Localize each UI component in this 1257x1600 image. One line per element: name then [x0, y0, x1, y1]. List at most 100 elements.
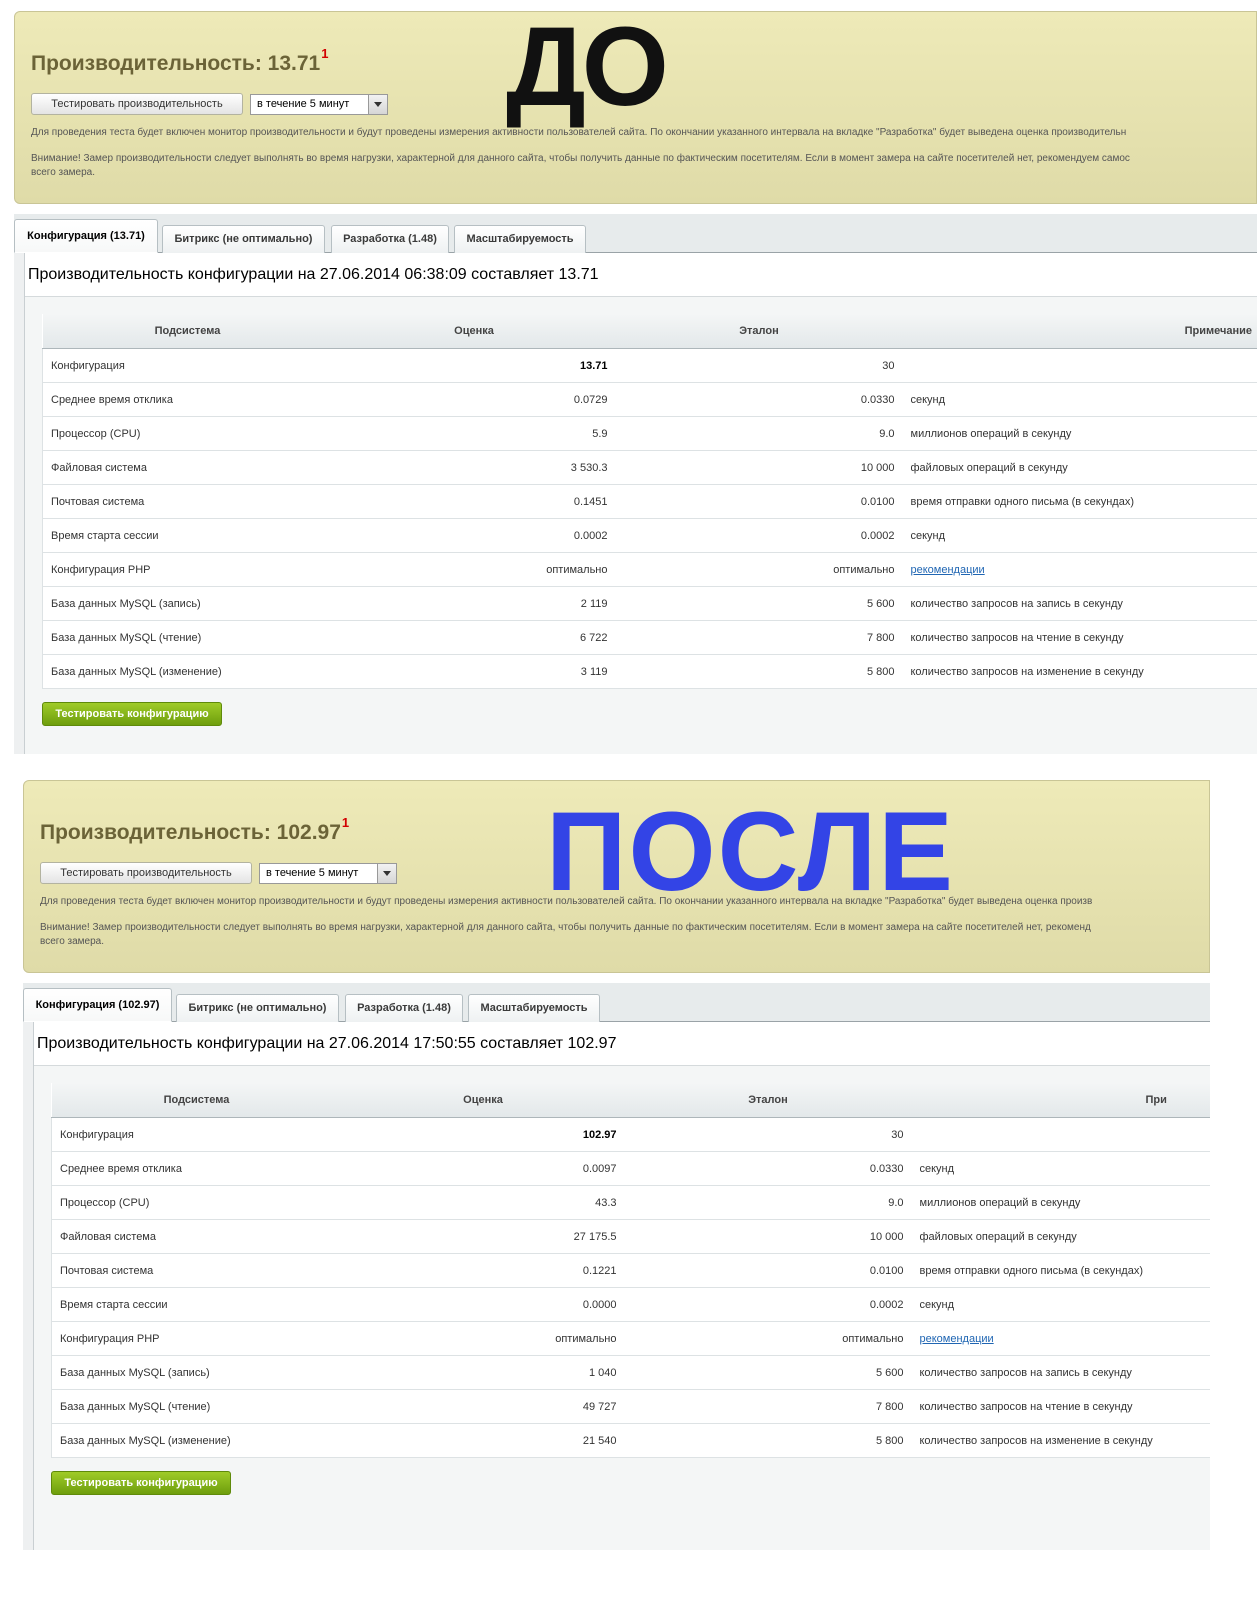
table-row: Файловая система 3 530.3 10 000 файловых оп…: [42, 450, 1257, 485]
cell-score: 0.0002: [332, 518, 616, 553]
cell-subsystem: База данных MySQL (запись): [51, 1355, 342, 1390]
cell-note: рекомендации: [902, 552, 1257, 587]
table-row: База данных MySQL (запись) 1 040 5 600 коли…: [51, 1355, 1210, 1390]
table-row: Время старта сессии 0.0000 0.0002 секунд: [51, 1287, 1210, 1322]
cell-score: 102.97: [341, 1117, 625, 1152]
cell-score: 3 119: [332, 654, 616, 689]
tab-development[interactable]: Разработка (1.48): [331, 225, 449, 253]
cell-subsystem: Почтовая система: [51, 1253, 342, 1288]
test-configuration-button[interactable]: Тестировать конфигурацию: [51, 1471, 231, 1495]
warning-line-1: Внимание! Замер производительности следу…: [40, 922, 1091, 933]
warning-text: Внимание! Замер производительности следу…: [31, 152, 1256, 180]
cell-note: файловых операций в секунду: [911, 1219, 1210, 1254]
cell-subsystem: Время старта сессии: [51, 1287, 342, 1322]
tab-bar: Конфигурация (13.71) Битрикс (не оптимал…: [14, 214, 1257, 253]
cell-reference: 9.0: [615, 416, 903, 451]
cell-note: количество запросов на чтение в секунду: [902, 620, 1257, 655]
table-row: Процессор (CPU) 5.9 9.0 миллионов операций …: [42, 416, 1257, 451]
table-row: База данных MySQL (запись) 2 119 5 600 коли…: [42, 586, 1257, 621]
table-row: Среднее время отклика 0.0097 0.0330 секунд: [51, 1151, 1210, 1186]
table-row: Конфигурация 102.97 30: [51, 1117, 1210, 1152]
table-row: База данных MySQL (изменение) 21 540 5 800…: [51, 1423, 1210, 1458]
cell-subsystem: База данных MySQL (изменение): [51, 1423, 342, 1458]
tab-development[interactable]: Разработка (1.48): [345, 994, 463, 1022]
interval-select[interactable]: в течение 5 минут: [259, 863, 397, 884]
before-label: ДО: [506, 11, 669, 129]
cell-score: 1 040: [341, 1355, 625, 1390]
cell-score: 43.3: [341, 1185, 625, 1220]
footnote-marker[interactable]: 1: [321, 46, 328, 61]
cell-subsystem: Конфигурация: [51, 1117, 342, 1152]
recommendations-link[interactable]: рекомендации: [911, 564, 985, 576]
cell-reference: 30: [615, 348, 903, 383]
tab-bitrix[interactable]: Битрикс (не оптимально): [176, 994, 339, 1022]
cell-reference: 0.0330: [624, 1151, 912, 1186]
cell-reference: 9.0: [624, 1185, 912, 1220]
cell-subsystem: Конфигурация: [42, 348, 333, 383]
cell-note: количество запросов на изменение в секун…: [911, 1423, 1210, 1458]
cell-score: 6 722: [332, 620, 616, 655]
cell-reference: 7 800: [615, 620, 903, 655]
cell-subsystem: Конфигурация PHP: [42, 552, 333, 587]
col-header-note: При: [911, 1083, 1210, 1118]
col-header-score: Оценка: [332, 314, 616, 349]
cell-note: секунд: [911, 1151, 1210, 1186]
config-title: Производительность конфигурации на 27.06…: [37, 1035, 617, 1052]
table-row: Файловая система 27 175.5 10 000 файловых о…: [51, 1219, 1210, 1254]
cell-note: секунд: [902, 518, 1257, 553]
interval-select[interactable]: в течение 5 минут: [250, 94, 388, 115]
cell-subsystem: База данных MySQL (чтение): [42, 620, 333, 655]
col-header-note: Примечание: [902, 314, 1257, 349]
cell-reference: оптимально: [615, 552, 903, 587]
tab-configuration[interactable]: Конфигурация (13.71): [14, 219, 158, 253]
cell-note: [902, 348, 1257, 383]
col-header-score: Оценка: [341, 1083, 625, 1118]
cell-note: файловых операций в секунду: [902, 450, 1257, 485]
cell-subsystem: Процессор (CPU): [42, 416, 333, 451]
tab-content: Производительность конфигурации на 27.06…: [23, 1022, 1210, 1550]
tab-configuration[interactable]: Конфигурация (102.97): [23, 988, 172, 1022]
table-frame: Подсистема Оценка Эталон Примечание Конф…: [25, 296, 1257, 754]
table-wrap: Подсистема Оценка Эталон При Конфигураци…: [51, 1083, 1210, 1458]
table-row: Среднее время отклика 0.0729 0.0330 секунд: [42, 382, 1257, 417]
cell-note: рекомендации: [911, 1321, 1210, 1356]
test-configuration-button[interactable]: Тестировать конфигурацию: [42, 702, 222, 726]
cell-reference: 5 600: [615, 586, 903, 621]
tab-bar: Конфигурация (102.97) Битрикс (не оптима…: [23, 983, 1210, 1022]
chevron-down-icon[interactable]: [368, 95, 387, 114]
cell-note: секунд: [902, 382, 1257, 417]
cell-score: 3 530.3: [332, 450, 616, 485]
cell-reference: 0.0100: [615, 484, 903, 519]
cell-reference: 5 600: [624, 1355, 912, 1390]
cell-note: количество запросов на чтение в секунду: [911, 1389, 1210, 1424]
test-performance-button[interactable]: Тестировать производительность: [40, 862, 252, 884]
cell-subsystem: База данных MySQL (запись): [42, 586, 333, 621]
table-row: Конфигурация 13.71 30: [42, 348, 1257, 383]
cell-reference: 30: [624, 1117, 912, 1152]
recommendations-link[interactable]: рекомендации: [920, 1333, 994, 1345]
table-row: Время старта сессии 0.0002 0.0002 секунд: [42, 518, 1257, 553]
tab-bitrix[interactable]: Битрикс (не оптимально): [162, 225, 325, 253]
cell-reference: 5 800: [615, 654, 903, 689]
cell-score: 27 175.5: [341, 1219, 625, 1254]
cell-score: 0.0729: [332, 382, 616, 417]
tab-scalability[interactable]: Масштабируемость: [468, 994, 600, 1022]
cell-reference: 10 000: [615, 450, 903, 485]
cell-note: секунд: [911, 1287, 1210, 1322]
cell-subsystem: Процессор (CPU): [51, 1185, 342, 1220]
cell-score: 2 119: [332, 586, 616, 621]
test-performance-button[interactable]: Тестировать производительность: [31, 93, 243, 115]
cell-score: 13.71: [332, 348, 616, 383]
cell-score: 0.1451: [332, 484, 616, 519]
cell-subsystem: Среднее время отклика: [51, 1151, 342, 1186]
tab-scalability[interactable]: Масштабируемость: [454, 225, 586, 253]
table-header: Подсистема Оценка Эталон При: [51, 1083, 1210, 1118]
cell-reference: 0.0002: [615, 518, 903, 553]
cell-reference: 7 800: [624, 1389, 912, 1424]
cell-subsystem: Конфигурация PHP: [51, 1321, 342, 1356]
panel-before: Производительность: 13.711 Тестировать п…: [14, 11, 1257, 754]
footnote-marker[interactable]: 1: [342, 815, 349, 830]
col-header-subsystem: Подсистема: [42, 314, 333, 349]
cell-score: 0.1221: [341, 1253, 625, 1288]
chevron-down-icon[interactable]: [377, 864, 396, 883]
